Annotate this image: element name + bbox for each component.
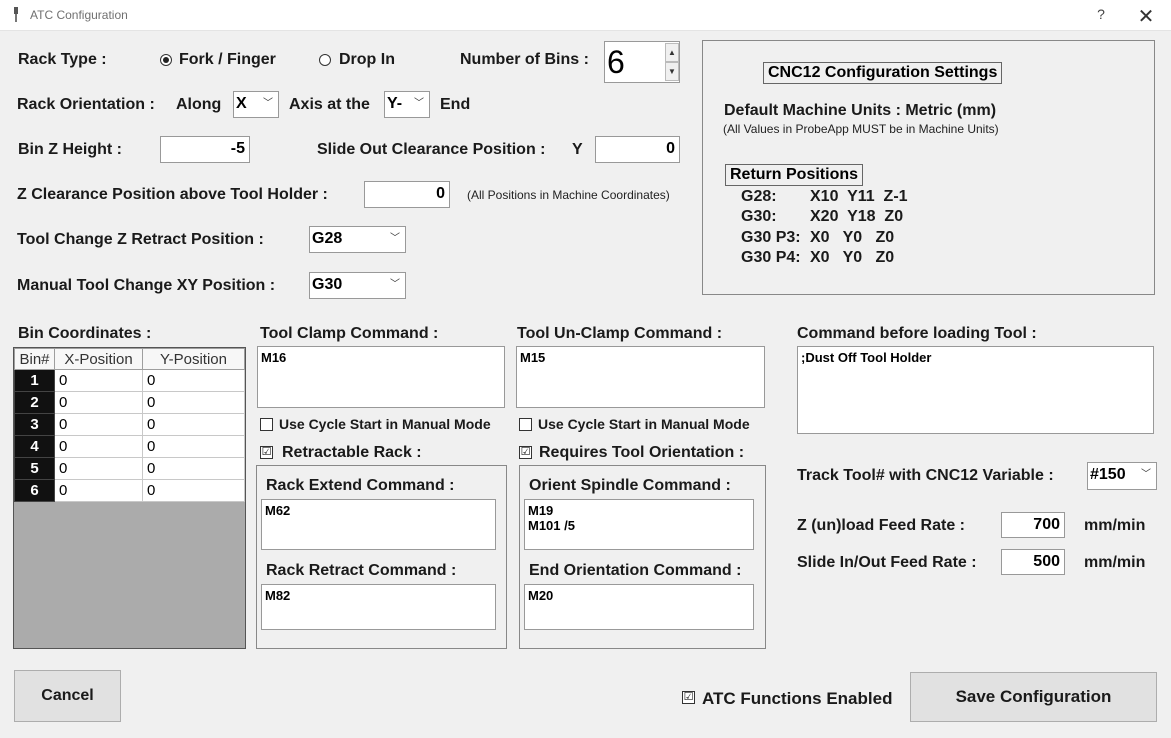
bin-z-height-input[interactable]: -5: [160, 136, 250, 163]
grid-header: Bin#: [14, 348, 55, 370]
help-button[interactable]: ?: [1088, 6, 1114, 26]
save-configuration-button[interactable]: Save Configuration: [910, 672, 1157, 722]
window-title: ATC Configuration: [30, 8, 128, 22]
retractable-rack-checkbox[interactable]: ☑: [260, 446, 273, 459]
title-bar: [0, 0, 1171, 31]
table-row[interactable]: 200: [14, 391, 245, 414]
rack-retract-label: Rack Retract Command :: [266, 562, 457, 579]
track-tool-select[interactable]: #150 ﹀: [1087, 462, 1157, 490]
slide-out-input[interactable]: 0: [595, 136, 680, 163]
manual-xy-select[interactable]: G30 ﹀: [309, 272, 406, 299]
axis-at-label: Axis at the: [289, 96, 370, 113]
requires-orientation-checkbox[interactable]: ☑: [519, 446, 532, 459]
axis-select[interactable]: X ﹀: [233, 91, 279, 118]
tool-clamp-input[interactable]: M16: [257, 346, 505, 408]
z-feed-input[interactable]: 700: [1001, 512, 1065, 538]
default-units-label: Default Machine Units : Metric (mm): [724, 102, 997, 119]
coordinates-note: (All Positions in Machine Coordinates): [467, 188, 670, 202]
grid-header: X-Position: [54, 348, 143, 370]
return-row-values: X20 Y18 Z0: [810, 208, 904, 225]
rack-type-dropin-radio[interactable]: [319, 54, 331, 66]
number-of-bins-label: Number of Bins :: [460, 51, 589, 68]
table-row[interactable]: 500: [14, 457, 245, 480]
unclamp-cycle-start-label[interactable]: Use Cycle Start in Manual Mode: [538, 416, 750, 432]
rack-type-fork-radio[interactable]: [160, 54, 172, 66]
spin-down-button[interactable]: ▼: [665, 62, 679, 81]
return-row-name: G30:: [741, 208, 777, 225]
tool-unclamp-input[interactable]: M15: [516, 346, 765, 408]
chevron-down-icon: ﹀: [390, 279, 400, 290]
chevron-down-icon: ﹀: [414, 98, 424, 109]
orient-spindle-input[interactable]: M19 M101 /5: [524, 499, 754, 550]
track-tool-label: Track Tool# with CNC12 Variable :: [797, 467, 1054, 484]
clamp-cycle-start-label[interactable]: Use Cycle Start in Manual Mode: [279, 416, 491, 432]
table-row[interactable]: 100: [14, 369, 245, 392]
return-row-values: X10 Y11 Z-1: [810, 188, 908, 205]
tool-unclamp-label: Tool Un-Clamp Command :: [517, 325, 723, 342]
rack-extend-input[interactable]: M62: [261, 499, 496, 550]
rack-orientation-label: Rack Orientation :: [17, 96, 155, 113]
return-row-name: G30 P4:: [741, 249, 801, 266]
slide-feed-input[interactable]: 500: [1001, 549, 1065, 575]
app-icon: [14, 7, 18, 22]
chevron-down-icon: ﹀: [390, 233, 400, 244]
atc-enabled-label[interactable]: ATC Functions Enabled: [702, 689, 892, 709]
end-orientation-input[interactable]: M20: [524, 584, 754, 630]
tool-clamp-label: Tool Clamp Command :: [260, 325, 439, 342]
slide-out-axis-label: Y: [572, 141, 583, 158]
return-row-name: G28:: [741, 188, 777, 205]
z-feed-label: Z (un)load Feed Rate :: [797, 517, 965, 534]
z-clearance-input[interactable]: 0: [364, 181, 450, 208]
end-select[interactable]: Y- ﹀: [384, 91, 430, 118]
slide-out-label: Slide Out Clearance Position :: [317, 141, 546, 158]
number-of-bins-value: 6: [607, 44, 625, 80]
before-loading-input[interactable]: ;Dust Off Tool Holder: [797, 346, 1154, 434]
spin-up-button[interactable]: ▲: [665, 43, 679, 62]
table-row[interactable]: 300: [14, 413, 245, 436]
rack-type-label: Rack Type :: [18, 51, 107, 68]
unclamp-cycle-start-checkbox[interactable]: [519, 418, 532, 431]
z-clearance-label: Z Clearance Position above Tool Holder :: [17, 186, 328, 203]
rack-extend-label: Rack Extend Command :: [266, 477, 455, 494]
chevron-down-icon: ﹀: [263, 98, 273, 109]
bin-coordinates-grid[interactable]: Bin# X-Position Y-Position 100 200 300 4…: [13, 347, 246, 649]
rack-retract-input[interactable]: M82: [261, 584, 496, 630]
clamp-cycle-start-checkbox[interactable]: [260, 418, 273, 431]
bin-z-height-label: Bin Z Height :: [18, 141, 122, 158]
return-row-values: X0 Y0 Z0: [810, 249, 895, 266]
units-note: (All Values in ProbeApp MUST be in Machi…: [723, 122, 999, 136]
grid-header: Y-Position: [142, 348, 245, 370]
return-row-values: X0 Y0 Z0: [810, 229, 895, 246]
return-positions-title: Return Positions: [725, 164, 864, 186]
z-feed-unit: mm/min: [1084, 517, 1146, 534]
along-label: Along: [176, 96, 222, 113]
tool-change-z-select[interactable]: G28 ﹀: [309, 226, 406, 253]
cnc12-settings-title: CNC12 Configuration Settings: [763, 62, 1003, 84]
bin-coordinates-label: Bin Coordinates :: [18, 325, 152, 342]
requires-orientation-label[interactable]: Requires Tool Orientation :: [539, 444, 744, 462]
return-row-name: G30 P3:: [741, 229, 801, 246]
end-label: End: [440, 96, 471, 113]
grid-header-row: Bin# X-Position Y-Position: [14, 348, 245, 370]
slide-feed-label: Slide In/Out Feed Rate :: [797, 554, 977, 571]
table-row[interactable]: 400: [14, 435, 245, 458]
before-loading-label: Command before loading Tool :: [797, 325, 1037, 342]
cancel-button[interactable]: Cancel: [14, 670, 121, 722]
orient-spindle-label: Orient Spindle Command :: [529, 477, 731, 494]
slide-feed-unit: mm/min: [1084, 554, 1146, 571]
chevron-down-icon: ﹀: [1141, 469, 1151, 480]
end-orientation-label: End Orientation Command :: [529, 562, 742, 579]
atc-enabled-checkbox[interactable]: ☑: [682, 691, 695, 704]
retractable-rack-label[interactable]: Retractable Rack :: [282, 444, 422, 462]
close-button[interactable]: ✕: [1132, 4, 1160, 28]
tool-change-z-label: Tool Change Z Retract Position :: [17, 231, 264, 248]
number-of-bins-spinner[interactable]: 6 ▲ ▼: [604, 41, 680, 83]
manual-xy-label: Manual Tool Change XY Position :: [17, 277, 276, 294]
rack-type-dropin-label[interactable]: Drop In: [339, 51, 395, 69]
rack-type-fork-label[interactable]: Fork / Finger: [179, 51, 276, 69]
table-row[interactable]: 600: [14, 479, 245, 502]
